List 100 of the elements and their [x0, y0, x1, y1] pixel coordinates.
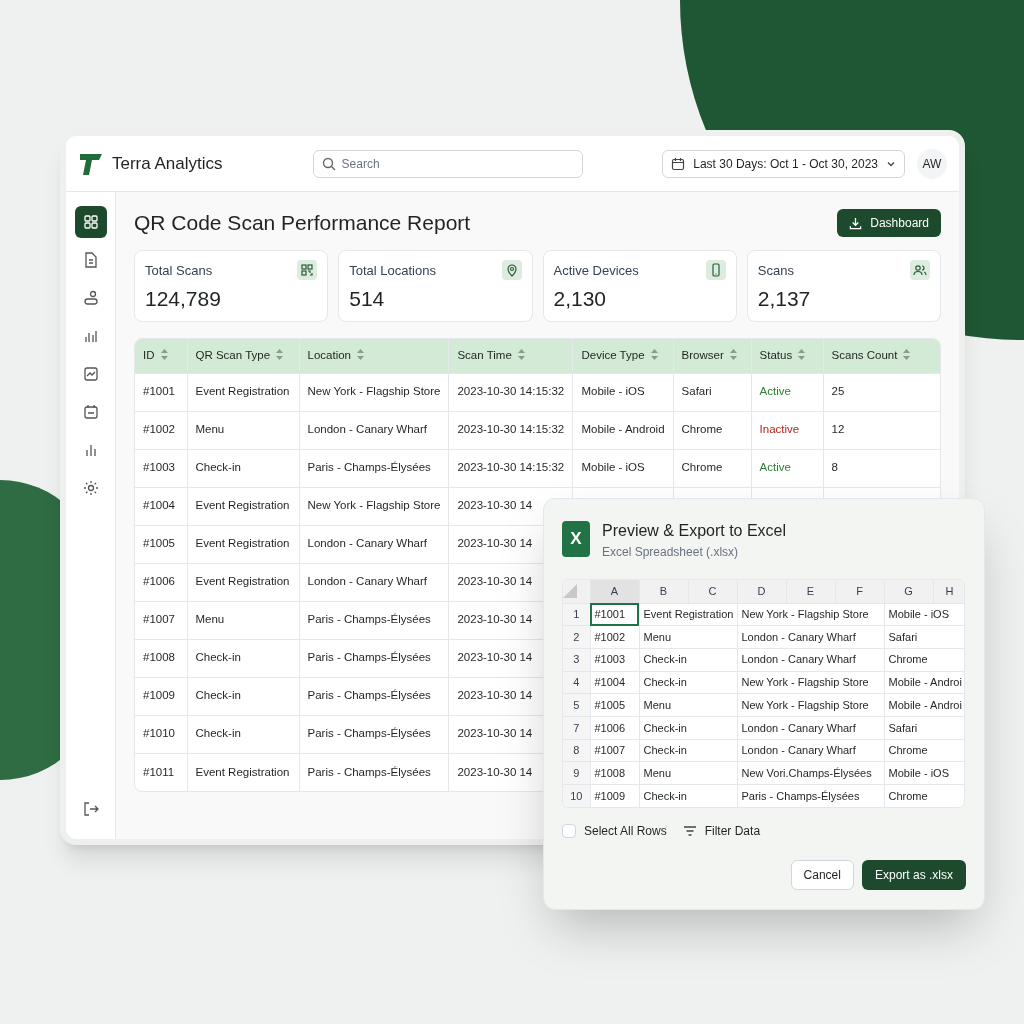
sheet-cell: New York - Flagship Store	[741, 698, 869, 711]
table-cell: London - Canary Wharf	[307, 423, 428, 436]
table-cell: Paris - Champs-Élysées	[307, 651, 431, 664]
filter-data-button[interactable]: Filter Data	[682, 822, 761, 841]
column-header[interactable]: ID	[135, 339, 187, 373]
table-cell: Paris - Champs-Élysées	[307, 727, 431, 740]
calendar-icon	[81, 403, 100, 421]
sheet-cell: #1006	[594, 721, 626, 734]
sheet-cell: London - Canary Wharf	[741, 744, 856, 757]
logout-icon	[81, 800, 100, 818]
sort-icon	[798, 349, 806, 361]
sheet-cell: Paris - Champs-Élysées	[741, 789, 860, 802]
stat-label: Total Scans	[145, 262, 213, 280]
table-cell: #1001	[143, 385, 175, 398]
select-all-corner-icon	[563, 584, 577, 599]
column-header[interactable]: Scan Time	[448, 339, 573, 373]
table-cell: Paris - Champs-Élysées	[307, 765, 431, 778]
sheet-cell: Check-in	[643, 789, 687, 802]
table-cell: #1010	[143, 727, 175, 740]
sheet-cell: Check-in	[643, 744, 687, 757]
sheet-cell: Chrome	[888, 653, 928, 666]
table-cell: Menu	[195, 613, 225, 626]
table-cell: 2023-10-30 14	[457, 613, 533, 626]
table-cell: 2023-10-30 14	[457, 689, 533, 702]
table-cell: Check-in	[195, 727, 241, 740]
sort-icon	[160, 349, 168, 361]
table-cell: 12	[831, 423, 845, 436]
sheet-cell: New York - Flagship Store	[741, 676, 869, 689]
sheet-cell: #1004	[594, 676, 626, 689]
column-letter: F	[856, 585, 863, 597]
status-text: Active	[759, 385, 791, 398]
table-cell: Paris - Champs-Élysées	[307, 613, 431, 626]
table-cell: 2023-10-30 14:15:32	[457, 461, 565, 474]
table-cell: Event Registration	[195, 537, 290, 550]
table-cell: 2023-10-30 14	[457, 499, 533, 512]
sidebar-item[interactable]	[74, 206, 107, 238]
sheet-cell: Check-in	[643, 676, 687, 689]
download-icon	[849, 216, 863, 230]
table-cell: Safari	[681, 385, 712, 398]
row-number: 3	[573, 653, 580, 666]
table-cell: London - Canary Wharf	[307, 575, 428, 588]
dashboard-button[interactable]: Dashboard	[837, 209, 941, 237]
table-cell: #1008	[143, 651, 175, 664]
stat-label: Active Devices	[553, 262, 639, 280]
sheet-cell: #1007	[594, 744, 626, 757]
table-cell: Check-in	[195, 689, 241, 702]
column-header[interactable]: QR Scan Type	[187, 339, 299, 373]
excel-icon: X	[562, 521, 590, 557]
table-cell: Mobile - iOS	[581, 461, 645, 474]
row-number: 2	[573, 630, 580, 643]
sheet-cell: Menu	[643, 698, 672, 711]
sheet-cell: Check-in	[643, 653, 687, 666]
table-cell: Check-in	[195, 651, 241, 664]
table-cell: 25	[831, 385, 845, 398]
column-header[interactable]: Location	[299, 339, 449, 373]
export-button[interactable]: Export as .xlsx	[861, 860, 966, 891]
table-cell: New York - Flagship Store	[307, 499, 441, 512]
row-number: 1	[573, 608, 580, 621]
dashboard-icon	[81, 213, 100, 231]
table-cell: #1003	[143, 461, 175, 474]
column-header[interactable]: Scans Count	[823, 339, 940, 373]
table-cell: Chrome	[681, 461, 723, 474]
sheet-cell: London - Canary Wharf	[741, 653, 856, 666]
sheet-cell: #1008	[594, 766, 626, 779]
table-cell: 2023-10-30 14:15:32	[457, 385, 565, 398]
sheet-cell: #1001	[594, 608, 626, 621]
dialog-subtitle: Excel Spreadsheet (.xlsx)	[602, 544, 740, 561]
table-cell: #1002	[143, 423, 175, 436]
search-field[interactable]: Search	[312, 149, 583, 178]
sheet-cell: Menu	[643, 630, 672, 643]
sheet-cell: Chrome	[888, 744, 928, 757]
stat-value: 2,137	[757, 285, 811, 312]
sheet-cell: Menu	[643, 766, 672, 779]
table-cell: London - Canary Wharf	[307, 537, 428, 550]
status-text: Inactive	[759, 423, 800, 436]
table-cell: Paris - Champs-Élysées	[307, 689, 431, 702]
column-header[interactable]: Status	[751, 339, 824, 373]
user-avatar[interactable]: AW	[917, 148, 947, 179]
table-cell: Event Registration	[195, 765, 290, 778]
stat-value: 124,789	[145, 285, 221, 312]
sheet-cell: London - Canary Wharf	[741, 630, 856, 643]
select-all-checkbox[interactable]: Select All Rows	[562, 822, 667, 841]
table-cell: 8	[831, 461, 838, 474]
column-letter: D	[757, 585, 766, 597]
row-number: 4	[573, 676, 580, 689]
row-number: 8	[573, 744, 580, 757]
sort-icon	[903, 349, 911, 361]
column-header[interactable]: Device Type	[572, 339, 674, 373]
date-range-dropdown[interactable]: Last 30 Days: Oct 1 - Oct 30, 2023	[662, 149, 905, 178]
table-cell: 2023-10-30 14	[457, 575, 533, 588]
sort-icon	[357, 349, 364, 361]
sheet-cell: New York - Flagship Store	[741, 608, 869, 621]
cancel-button[interactable]: Cancel	[790, 860, 854, 891]
column-letter: C	[708, 585, 717, 597]
table-cell: Mobile - iOS	[581, 385, 645, 398]
stat-value: 2,130	[553, 285, 607, 312]
column-header[interactable]: Browser	[673, 339, 752, 373]
sort-icon	[276, 349, 284, 361]
stat-label: Total Locations	[349, 262, 436, 280]
stat-value: 514	[349, 285, 385, 312]
